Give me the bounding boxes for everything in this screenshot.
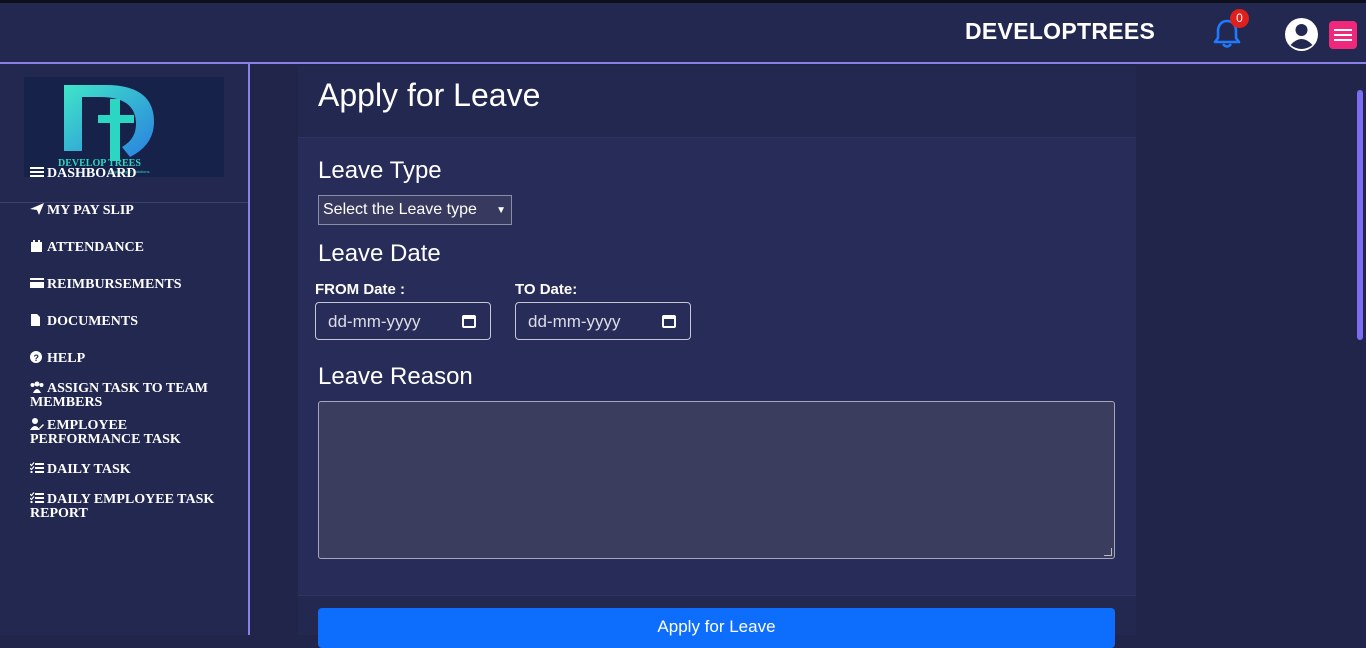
menu-toggle-button[interactable]: [1329, 21, 1357, 49]
list-check-icon: [30, 492, 44, 503]
page-scrollbar[interactable]: [1354, 64, 1366, 635]
leave-type-select-value: Select the Leave type: [323, 201, 477, 218]
leave-type-select[interactable]: Select the Leave type ▼: [318, 195, 512, 225]
to-date-label: TO Date:: [515, 281, 578, 298]
file-icon: [31, 314, 40, 326]
top-navbar: DEVELOPTREES 0: [0, 0, 1366, 64]
user-avatar-icon[interactable]: [1284, 17, 1319, 52]
card-header: Apply for Leave: [298, 66, 1136, 138]
sidebar-item-documents[interactable]: DOCUMENTS: [30, 314, 230, 329]
question-circle-icon: ?: [30, 351, 42, 363]
scrollbar-thumb[interactable]: [1357, 90, 1363, 340]
sidebar-item-reimbursements[interactable]: REIMBURSEMENTS: [30, 277, 230, 292]
page-title: Apply for Leave: [318, 77, 541, 113]
calendar-icon: [31, 240, 42, 252]
leave-reason-textarea[interactable]: [318, 401, 1115, 559]
sidebar-item-label: EMPLOYEE PERFORMANCE TASK: [30, 418, 181, 447]
sidebar-item-label: DASHBOARD: [47, 166, 137, 181]
from-date-input[interactable]: dd-mm-yyyy: [315, 302, 491, 340]
sidebar-item-label: REIMBURSEMENTS: [47, 277, 182, 292]
sidebar-item-label: DOCUMENTS: [47, 314, 139, 329]
sidebar-item-label: MY PAY SLIP: [47, 203, 134, 218]
calendar-icon[interactable]: [462, 315, 476, 328]
to-date-placeholder: dd-mm-yyyy: [528, 312, 621, 331]
sidebar-item-dashboard[interactable]: DASHBOARD: [30, 166, 230, 181]
sidebar-item-daily-task[interactable]: DAILY TASK: [30, 462, 230, 477]
credit-card-icon: [30, 278, 44, 288]
from-date-label: FROM Date :: [315, 281, 405, 298]
sidebar-item-employee-performance[interactable]: EMPLOYEE PERFORMANCE TASK: [30, 418, 230, 447]
notification-count-badge: 0: [1230, 9, 1249, 28]
to-date-input[interactable]: dd-mm-yyyy: [515, 302, 691, 340]
from-date-placeholder: dd-mm-yyyy: [328, 312, 421, 331]
bars-icon: [30, 167, 44, 177]
sidebar-item-label: ATTENDANCE: [47, 240, 144, 255]
users-icon: [30, 381, 44, 393]
sidebar: DEVELOP TREES Simplifying IT Solutions: [0, 64, 250, 635]
leave-reason-label: Leave Reason: [318, 363, 473, 390]
sidebar-item-label: DAILY TASK: [47, 462, 131, 477]
list-check-icon: [30, 462, 44, 473]
chevron-down-icon: ▼: [496, 205, 506, 216]
sidebar-item-attendance[interactable]: ATTENDANCE: [30, 240, 230, 255]
brand-title: DEVELOPTREES: [965, 18, 1156, 44]
sidebar-item-my-pay-slip[interactable]: MY PAY SLIP: [30, 203, 230, 218]
sidebar-item-assign-task[interactable]: ASSIGN TASK TO TEAM MEMBERS: [30, 381, 230, 410]
apply-for-leave-button[interactable]: Apply for Leave: [318, 608, 1115, 648]
svg-text:?: ?: [34, 353, 40, 363]
calendar-icon[interactable]: [662, 315, 676, 328]
sidebar-item-daily-employee-task-report[interactable]: DAILY EMPLOYEE TASK REPORT: [30, 492, 230, 521]
sidebar-item-label: DAILY EMPLOYEE TASK REPORT: [30, 492, 215, 521]
sidebar-item-help[interactable]: ? HELP: [30, 351, 230, 366]
user-edit-icon: [30, 418, 44, 430]
sidebar-item-label: ASSIGN TASK TO TEAM MEMBERS: [30, 381, 208, 410]
resize-handle-icon[interactable]: [1104, 548, 1112, 556]
sidebar-item-label: HELP: [47, 351, 86, 366]
company-logo: DEVELOP TREES Simplifying IT Solutions: [24, 77, 224, 177]
leave-date-label: Leave Date: [318, 240, 441, 267]
paper-plane-icon: [30, 203, 44, 215]
leave-type-label: Leave Type: [318, 157, 442, 184]
